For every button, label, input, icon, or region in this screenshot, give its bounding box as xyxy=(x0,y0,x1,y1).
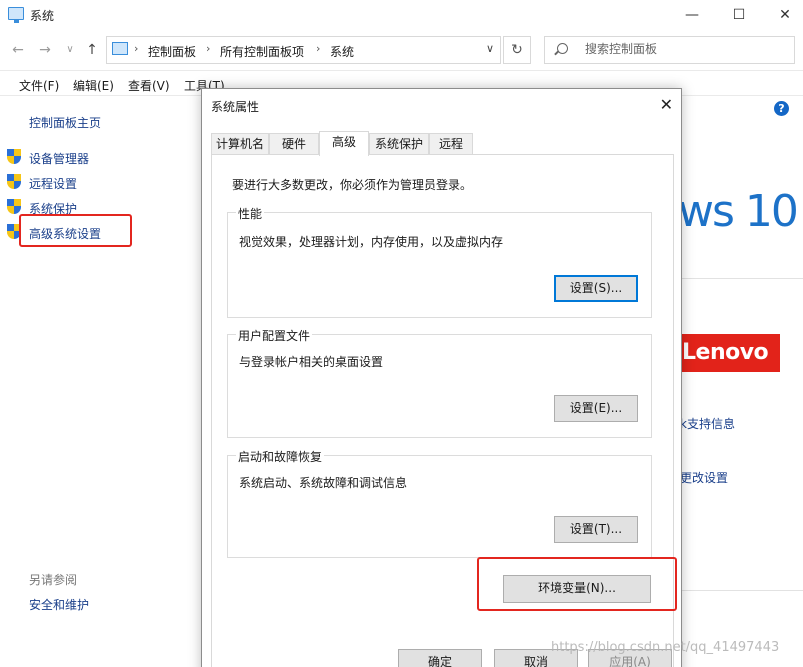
startup-recovery-legend: 启动和故障恢复 xyxy=(236,448,325,465)
breadcrumb-control-panel[interactable]: 控制面板 xyxy=(148,43,196,60)
dialog-title: 系统属性 xyxy=(211,100,260,114)
user-profiles-desc: 与登录帐户相关的桌面设置 xyxy=(239,355,384,369)
tab-advanced[interactable]: 高级 xyxy=(319,131,369,156)
highlight-box-advanced-settings xyxy=(19,214,132,247)
menu-edit[interactable]: 编辑(E) xyxy=(73,77,114,94)
startup-recovery-desc: 系统启动、系统故障和调试信息 xyxy=(239,476,408,490)
menu-view[interactable]: 查看(V) xyxy=(128,77,170,94)
device-manager-link[interactable]: 设备管理器 xyxy=(29,150,89,167)
tab-computer-name[interactable]: 计算机名 xyxy=(211,133,269,155)
search-icon xyxy=(557,43,568,54)
minimize-button[interactable]: — xyxy=(677,4,707,26)
remote-settings-link[interactable]: 远程设置 xyxy=(29,175,77,192)
control-panel-home-link[interactable]: 控制面板主页 xyxy=(29,114,101,131)
close-window-button[interactable]: ✕ xyxy=(770,4,800,26)
address-dropdown-icon[interactable]: ∨ xyxy=(486,42,494,55)
tab-system-protection[interactable]: 系统保护 xyxy=(369,133,429,155)
ok-button[interactable]: 确定 xyxy=(398,649,482,667)
performance-settings-button[interactable]: 设置(S)... xyxy=(554,275,638,302)
left-pane: 控制面板主页 设备管理器 远程设置 系统保护 高级系统设置 另请参阅 安全和维护 xyxy=(0,98,200,658)
see-also-heading: 另请参阅 xyxy=(29,573,78,587)
window-title: 系统 xyxy=(30,9,55,23)
highlight-box-env-variables xyxy=(477,557,677,611)
breadcrumb-separator: › xyxy=(206,42,211,55)
forward-arrow-icon[interactable]: → xyxy=(37,41,53,59)
divider xyxy=(680,278,803,279)
shield-icon xyxy=(7,199,21,214)
help-icon[interactable]: ? xyxy=(774,101,789,116)
breadcrumb-separator: › xyxy=(134,42,139,55)
back-arrow-icon[interactable]: ← xyxy=(10,41,26,59)
recent-chevron-icon[interactable]: ∨ xyxy=(62,41,78,59)
startup-recovery-settings-button[interactable]: 设置(T)... xyxy=(554,516,638,543)
breadcrumb-all-items[interactable]: 所有控制面板项 xyxy=(220,43,304,60)
watermark: https://blog.csdn.net/qq_41497443 xyxy=(551,640,780,655)
lenovo-logo: Lenovo xyxy=(680,334,780,372)
user-profiles-group: 用户配置文件 与登录帐户相关的桌面设置 设置(E)... xyxy=(227,327,652,438)
refresh-icon[interactable]: ↻ xyxy=(503,36,531,64)
system-app-icon xyxy=(8,7,24,23)
admin-note: 要进行大多数更改，你必须作为管理员登录。 xyxy=(232,178,473,192)
close-icon[interactable]: ✕ xyxy=(660,95,673,114)
security-maintenance-link[interactable]: 安全和维护 xyxy=(29,596,89,613)
performance-legend: 性能 xyxy=(236,205,265,222)
performance-desc: 视觉效果，处理器计划，内存使用，以及虚拟内存 xyxy=(239,235,504,249)
title-bar: 系统 — ☐ ✕ xyxy=(0,0,803,30)
shield-icon xyxy=(7,149,21,164)
up-arrow-icon[interactable]: ↑ xyxy=(84,41,100,59)
tab-remote[interactable]: 远程 xyxy=(429,133,473,155)
system-properties-dialog: 系统属性 ✕ 计算机名 硬件 高级 系统保护 远程 要进行大多数更改，你必须作为… xyxy=(201,88,682,667)
user-profiles-settings-button[interactable]: 设置(E)... xyxy=(554,395,638,422)
address-bar[interactable]: › 控制面板 › 所有控制面板项 › 系统 ∨ xyxy=(106,36,501,64)
divider xyxy=(680,590,803,591)
search-input[interactable] xyxy=(585,42,785,56)
shield-icon xyxy=(7,174,21,189)
startup-recovery-group: 启动和故障恢复 系统启动、系统故障和调试信息 设置(T)... xyxy=(227,448,652,558)
windows-logo: ws 10 xyxy=(678,186,799,237)
tab-hardware[interactable]: 硬件 xyxy=(269,133,319,155)
performance-group: 性能 视觉效果，处理器计划，内存使用，以及虚拟内存 设置(S)... xyxy=(227,205,652,318)
user-profiles-legend: 用户配置文件 xyxy=(236,327,313,344)
menu-file[interactable]: 文件(F) xyxy=(19,77,59,94)
change-settings-link[interactable]: 更改设置 xyxy=(680,469,728,486)
support-info-link[interactable]: k支持信息 xyxy=(680,415,735,432)
search-box[interactable] xyxy=(544,36,795,64)
maximize-button[interactable]: ☐ xyxy=(724,4,754,26)
computer-icon xyxy=(112,42,128,55)
breadcrumb-separator: › xyxy=(316,42,321,55)
breadcrumb-system[interactable]: 系统 xyxy=(330,43,354,60)
